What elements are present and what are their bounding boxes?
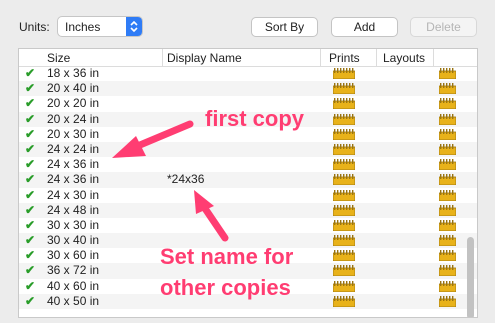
annotation-first-copy: first copy xyxy=(205,106,305,131)
annotation-set-name-line1: Set name for xyxy=(160,244,294,269)
annotation-set-name-line2: other copies xyxy=(160,275,291,300)
